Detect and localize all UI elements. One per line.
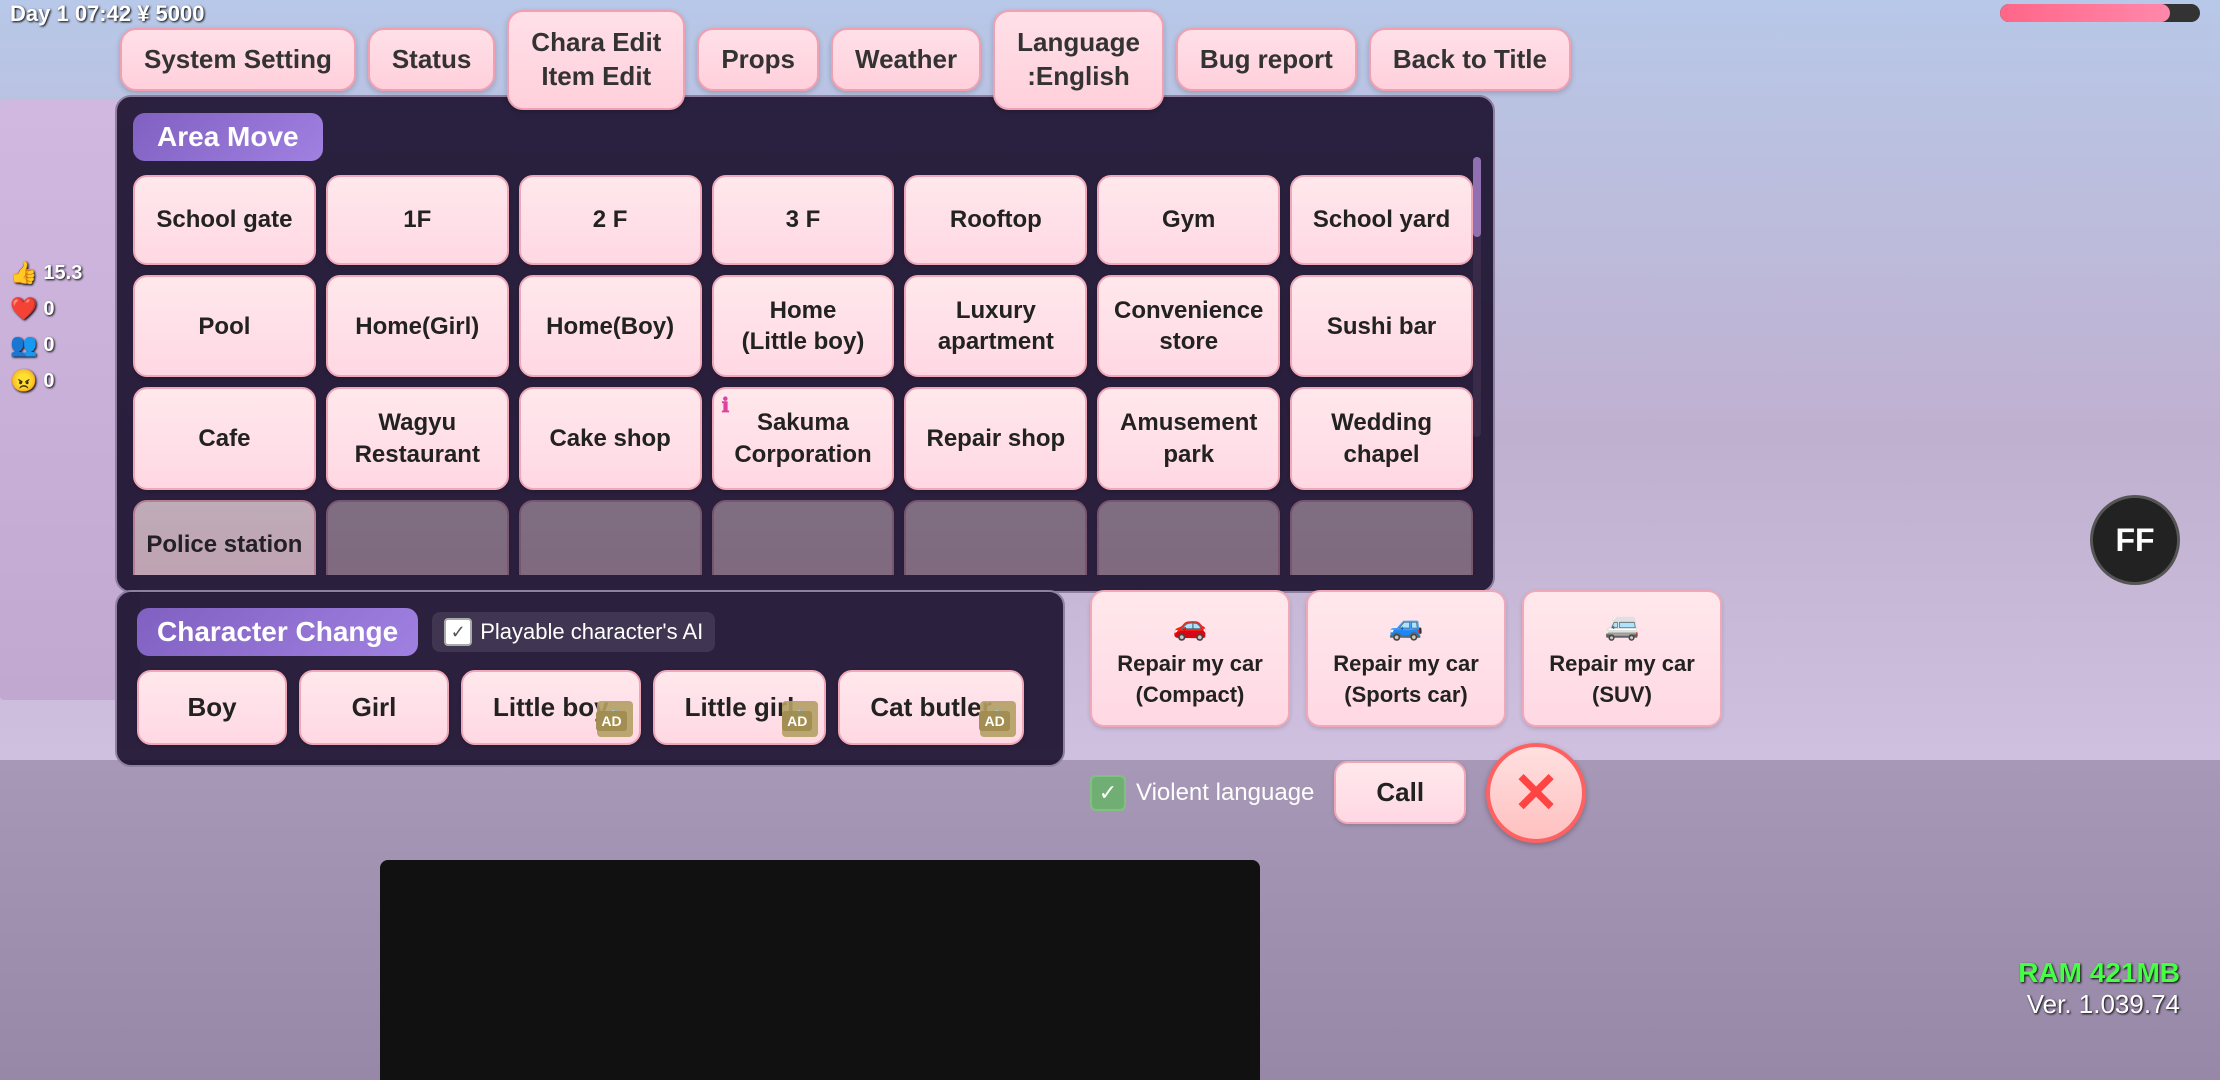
ff-text: FF bbox=[2115, 522, 2154, 559]
anger-value: 0 bbox=[43, 370, 54, 393]
group-icon: 👥 bbox=[10, 332, 37, 358]
area-empty-6[interactable] bbox=[1290, 500, 1473, 575]
area-convenience-store[interactable]: Conveniencestore bbox=[1097, 275, 1280, 377]
lock-icon: 🔒 AD bbox=[597, 701, 633, 737]
char-girl-button[interactable]: Girl bbox=[299, 670, 449, 745]
system-setting-button[interactable]: System Setting bbox=[120, 28, 356, 91]
stat-anger: 😠 0 bbox=[10, 368, 82, 394]
char-change-header: Character Change ✓ Playable character's … bbox=[137, 608, 1043, 656]
repair-compact-button[interactable]: 🚗 Repair my car(Compact) bbox=[1090, 590, 1290, 727]
suv-car-icon: 🚐 bbox=[1544, 606, 1700, 645]
area-grid: School gate 1F 2 F 3 F Rooftop Gym Schoo… bbox=[133, 175, 1477, 575]
char-cat-butler-button[interactable]: Cat butler 🔒 AD bbox=[838, 670, 1023, 745]
ai-label: Playable character's AI bbox=[480, 619, 703, 645]
ai-checkbox-area[interactable]: ✓ Playable character's AI bbox=[432, 612, 715, 652]
repair-suv-button[interactable]: 🚐 Repair my car(SUV) bbox=[1522, 590, 1722, 727]
area-1f[interactable]: 1F bbox=[326, 175, 509, 265]
close-icon: ✕ bbox=[1513, 765, 1560, 821]
area-amusement-park[interactable]: Amusementpark bbox=[1097, 387, 1280, 489]
version-text: Ver. 1.039.74 bbox=[2018, 989, 2180, 1020]
ram-text: RAM 421MB bbox=[2018, 957, 2180, 989]
repair-sports-button[interactable]: 🚙 Repair my car(Sports car) bbox=[1306, 590, 1506, 727]
lock-icon-girl: 🔒 AD bbox=[782, 701, 818, 737]
area-home-little-boy[interactable]: Home(Little boy) bbox=[712, 275, 895, 377]
area-empty-3[interactable] bbox=[712, 500, 895, 575]
right-panel: 🚗 Repair my car(Compact) 🚙 Repair my car… bbox=[1090, 590, 2180, 843]
stat-likes: 👍 15.3 bbox=[10, 260, 82, 286]
character-change-panel: Character Change ✓ Playable character's … bbox=[115, 590, 1065, 767]
group-value: 0 bbox=[43, 334, 54, 357]
area-empty-5[interactable] bbox=[1097, 500, 1280, 575]
area-move-title: Area Move bbox=[133, 113, 323, 161]
status-button[interactable]: Status bbox=[368, 28, 495, 91]
area-home-boy[interactable]: Home(Boy) bbox=[519, 275, 702, 377]
ad-badge-girl: AD bbox=[782, 711, 812, 731]
likes-value: 15.3 bbox=[43, 262, 82, 285]
area-2f[interactable]: 2 F bbox=[519, 175, 702, 265]
area-wagyu-restaurant[interactable]: WagyuRestaurant bbox=[326, 387, 509, 489]
hearts-icon: ❤️ bbox=[10, 296, 37, 322]
info-marker-icon: ℹ bbox=[722, 393, 730, 419]
char-little-girl-button[interactable]: Little girl 🔒 AD bbox=[653, 670, 827, 745]
options-row: ✓ Violent language Call ✕ bbox=[1090, 743, 2180, 843]
area-3f[interactable]: 3 F bbox=[712, 175, 895, 265]
violent-language-label: Violent language bbox=[1136, 779, 1314, 807]
area-rooftop[interactable]: Rooftop bbox=[904, 175, 1087, 265]
violent-language-check[interactable]: ✓ Violent language bbox=[1090, 775, 1314, 811]
area-home-girl[interactable]: Home(Girl) bbox=[326, 275, 509, 377]
stat-group: 👥 0 bbox=[10, 332, 82, 358]
area-empty-4[interactable] bbox=[904, 500, 1087, 575]
character-change-title: Character Change bbox=[137, 608, 418, 656]
char-little-boy-button[interactable]: Little boy 🔒 AD bbox=[461, 670, 641, 745]
area-repair-shop[interactable]: Repair shop bbox=[904, 387, 1087, 489]
compact-car-icon: 🚗 bbox=[1112, 606, 1268, 645]
sports-car-icon: 🚙 bbox=[1328, 606, 1484, 645]
stat-hearts: ❤️ 0 bbox=[10, 296, 82, 322]
info-bottom: RAM 421MB Ver. 1.039.74 bbox=[2018, 957, 2180, 1020]
area-move-panel: Area Move School gate 1F 2 F 3 F Rooftop… bbox=[115, 95, 1495, 593]
area-empty-2[interactable] bbox=[519, 500, 702, 575]
side-stats: 👍 15.3 ❤️ 0 👥 0 😠 0 bbox=[10, 260, 82, 394]
area-police-station[interactable]: Police station bbox=[133, 500, 316, 575]
area-empty-1[interactable] bbox=[326, 500, 509, 575]
area-gym[interactable]: Gym bbox=[1097, 175, 1280, 265]
area-luxury-apartment[interactable]: Luxuryapartment bbox=[904, 275, 1087, 377]
back-to-title-button[interactable]: Back to Title bbox=[1369, 28, 1571, 91]
area-school-gate[interactable]: School gate bbox=[133, 175, 316, 265]
lock-icon-cat: 🔒 AD bbox=[980, 701, 1016, 737]
anger-icon: 😠 bbox=[10, 368, 37, 394]
likes-icon: 👍 bbox=[10, 260, 37, 286]
area-school-yard[interactable]: School yard bbox=[1290, 175, 1473, 265]
ai-checkbox[interactable]: ✓ bbox=[444, 618, 472, 646]
ad-badge: AD bbox=[596, 711, 626, 731]
props-button[interactable]: Props bbox=[697, 28, 819, 91]
area-cake-shop[interactable]: Cake shop bbox=[519, 387, 702, 489]
call-button[interactable]: Call bbox=[1334, 761, 1466, 824]
close-button[interactable]: ✕ bbox=[1486, 743, 1586, 843]
weather-button[interactable]: Weather bbox=[831, 28, 981, 91]
car-repair-row: 🚗 Repair my car(Compact) 🚙 Repair my car… bbox=[1090, 590, 2180, 727]
ad-badge-cat: AD bbox=[979, 711, 1009, 731]
char-boy-button[interactable]: Boy bbox=[137, 670, 287, 745]
video-area bbox=[380, 860, 1260, 1080]
violent-checkbox[interactable]: ✓ bbox=[1090, 775, 1126, 811]
area-sakuma-corporation[interactable]: ℹ SakumaCorporation bbox=[712, 387, 895, 489]
top-menu: System Setting Status Chara EditItem Edi… bbox=[120, 10, 2160, 110]
language-button[interactable]: Language:English bbox=[993, 10, 1164, 110]
area-cafe[interactable]: Cafe bbox=[133, 387, 316, 489]
scroll-indicator[interactable] bbox=[1473, 157, 1481, 437]
area-wedding-chapel[interactable]: Weddingchapel bbox=[1290, 387, 1473, 489]
ff-avatar[interactable]: FF bbox=[2090, 495, 2180, 585]
chara-edit-button[interactable]: Chara EditItem Edit bbox=[507, 10, 685, 110]
character-buttons: Boy Girl Little boy 🔒 AD Little girl 🔒 A… bbox=[137, 670, 1043, 745]
scroll-thumb bbox=[1473, 157, 1481, 237]
bug-report-button[interactable]: Bug report bbox=[1176, 28, 1357, 91]
area-pool[interactable]: Pool bbox=[133, 275, 316, 377]
hearts-value: 0 bbox=[43, 298, 54, 321]
area-sushi-bar[interactable]: Sushi bar bbox=[1290, 275, 1473, 377]
